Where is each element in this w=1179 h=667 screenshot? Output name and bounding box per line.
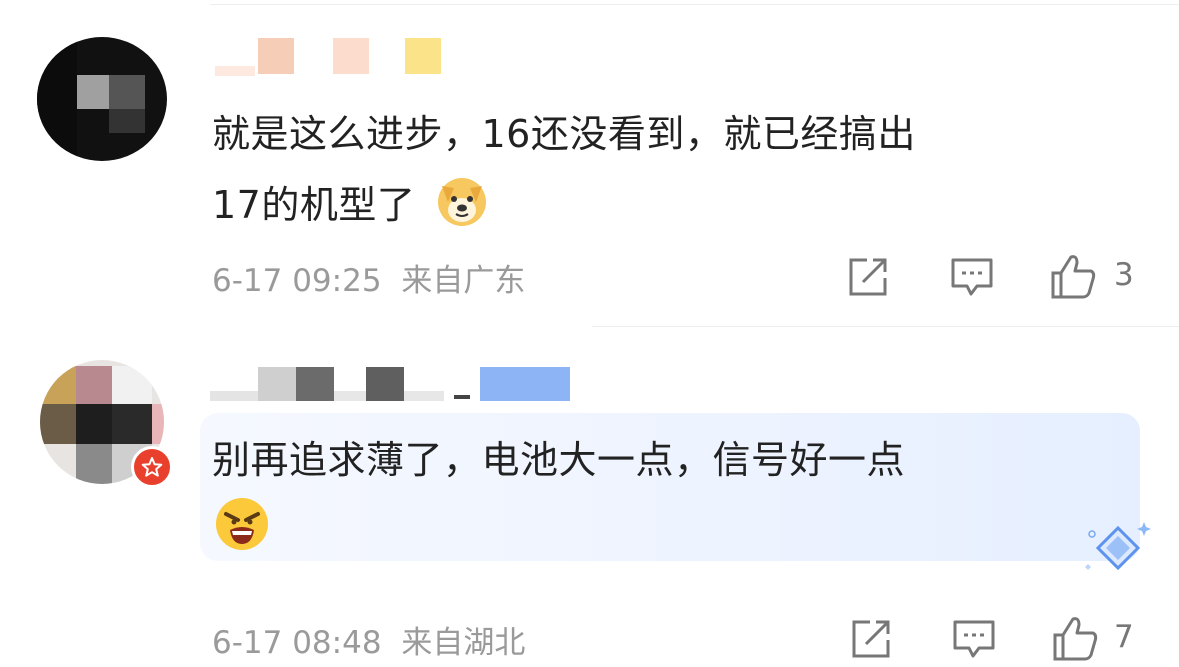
- comment-icon: [953, 620, 995, 658]
- like-count: 3: [1114, 257, 1134, 293]
- username-mosaic[interactable]: [210, 365, 570, 405]
- thumbs-up-icon: [1051, 255, 1096, 299]
- verified-badge: [131, 446, 173, 488]
- top-divider: [210, 4, 1179, 5]
- diamond-decoration-icon: [1084, 520, 1154, 580]
- comment-time: 6-17 08:48: [212, 625, 382, 661]
- comment-text-line1: 就是这么进步，16还没看到，就已经搞出: [212, 112, 916, 156]
- share-button[interactable]: [846, 255, 892, 299]
- comment-meta: 6-17 09:25 来自广东: [212, 255, 525, 300]
- star-icon: [141, 457, 163, 477]
- comment-location: 来自广东: [401, 263, 526, 299]
- thumbs-up-icon: [1053, 617, 1098, 661]
- comment-divider: [592, 326, 1179, 327]
- comment-location: 来自湖北: [401, 625, 526, 661]
- share-button[interactable]: [849, 617, 895, 661]
- like-count: 7: [1114, 619, 1134, 655]
- angry-shout-emoji: [214, 496, 270, 556]
- username-mosaic[interactable]: [215, 36, 455, 76]
- comment-text-line1: 别再追求薄了，电池大一点，信号好一点: [212, 438, 906, 482]
- doge-emoji: [437, 178, 486, 226]
- like-button[interactable]: [1048, 252, 1098, 300]
- comment-time: 6-17 09:25: [212, 263, 382, 299]
- comment-meta: 6-17 08:48 来自湖北: [212, 617, 525, 662]
- like-button[interactable]: [1050, 614, 1100, 662]
- comment-icon: [951, 258, 993, 296]
- share-icon: [852, 620, 890, 658]
- share-icon: [849, 258, 887, 296]
- avatar[interactable]: [37, 37, 167, 161]
- comment-text-line2: 17的机型了: [212, 172, 490, 237]
- reply-button[interactable]: [950, 617, 998, 661]
- reply-button[interactable]: [948, 255, 996, 299]
